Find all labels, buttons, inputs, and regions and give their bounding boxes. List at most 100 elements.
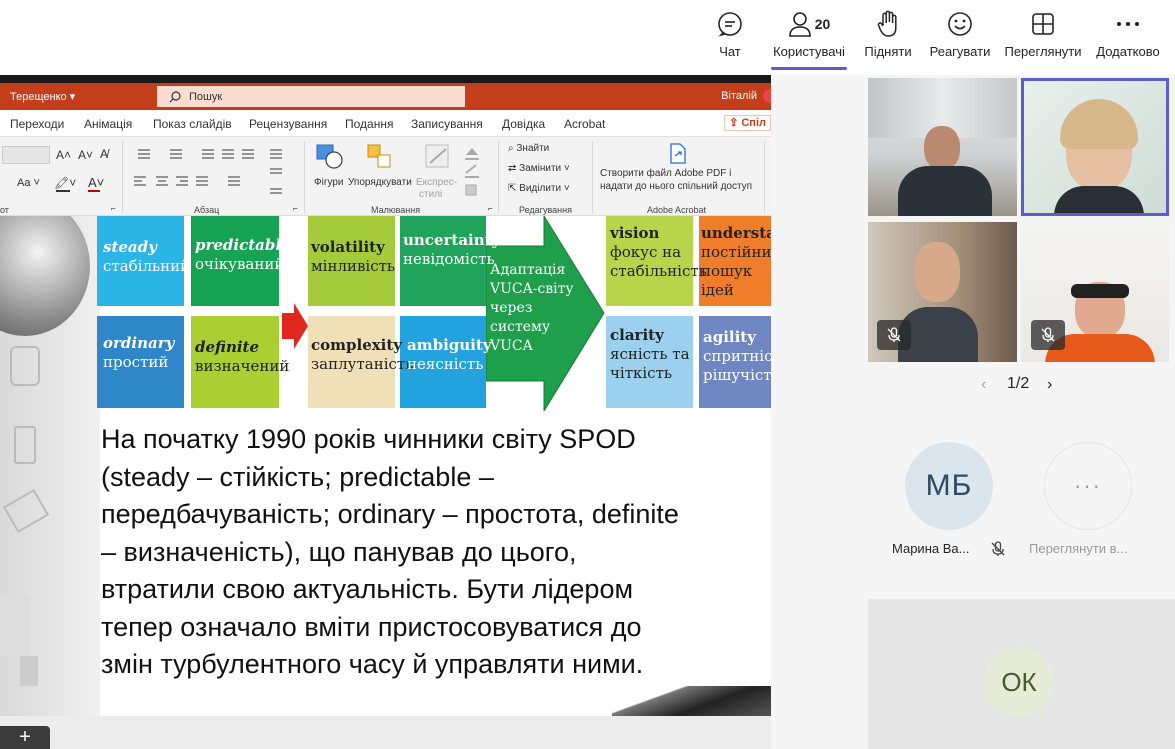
ppt-user-right[interactable]: Віталій [721,90,757,102]
ppt-search-box[interactable]: Пошук [157,86,465,107]
person-body [898,166,992,216]
headset [1071,284,1129,298]
grow-font-icon[interactable]: A˄ [56,148,71,162]
page-indicator: 1/2 [1007,375,1030,392]
video-tile[interactable] [868,78,1017,216]
shapes-button[interactable]: Фігури [312,143,346,203]
agility-ua: спритність рішучість [703,347,771,384]
acrobat-line1: Створити файл Adobe PDF і [600,168,732,179]
view-label: Переглянути [1004,44,1082,59]
vision-en: vision [610,224,660,242]
font-size-box[interactable] [2,146,50,164]
find-label: Знайти [516,143,550,154]
film-strip-decoration [612,686,771,716]
avatar-initials: МБ [925,469,973,502]
ppt-ribbon-tabs: Переходи Анімація Показ слайдів Рецензув… [0,110,771,137]
slide-bottom-bar [0,716,771,749]
chat-button[interactable]: Чат [710,8,750,70]
ribbon-separator [764,141,765,213]
uncertainty-en: uncertainty [403,231,501,249]
select-label: Виділити [519,183,562,194]
muted-badge [877,320,911,350]
person-body [1054,186,1144,213]
people-button[interactable]: 20 Користувачі [768,8,850,70]
shapes-icon [316,144,343,169]
ppt-user-left[interactable]: Терещенко ▾ [10,90,75,103]
shrink-font-icon[interactable]: A˅ [78,148,93,162]
ppt-share-button[interactable]: ⇪ Спіл [724,115,771,131]
drawing-launcher-icon[interactable]: ⌐ [488,204,493,213]
ordinary-ua: простий [103,353,169,371]
video-tile[interactable] [868,222,1017,362]
slide-canvas[interactable]: steady стабільний predictable очікуваний o… [0,216,771,716]
clarity-en: clarity [610,326,664,344]
record-indicator [763,89,771,103]
react-label: Реагувати [929,44,991,59]
find-button[interactable]: ⌕ Знайти [508,143,549,154]
react-button[interactable]: Реагувати [926,8,994,70]
more-button[interactable]: Додатково [1092,8,1164,70]
more-label: Додатково [1096,44,1160,59]
prev-page-button[interactable]: ‹ [981,376,986,394]
highlight-color-bar [56,190,70,192]
box-steady-text: steady стабільний [103,238,190,276]
box-vision-text: vision фокус на стабільність [610,224,707,281]
group-acrobat-label: Adobe Acrobat [647,205,707,215]
building-shape [0,596,30,656]
change-case-icon[interactable]: Aa ˅ [17,177,40,189]
plus-icon: + [19,726,31,748]
participants-panel: ‹ 1/2 › МБ Марина Ва... ··· Переглянути … [771,75,1175,749]
agility-en: agility [703,328,756,346]
box-complexity-text: complexity заплутаність [311,336,413,374]
participant-tile[interactable]: ОК [868,599,1175,749]
raise-hand-button[interactable]: Підняти [860,8,916,70]
tab-transitions[interactable]: Переходи [10,117,64,131]
ribbon-separator [592,141,593,213]
tab-slideshow[interactable]: Показ слайдів [153,117,232,131]
complexity-en: complexity [311,336,403,354]
view-button[interactable]: Переглянути [1000,8,1086,70]
font-color-icon[interactable]: A˅ [88,175,104,190]
font-launcher-icon[interactable]: ⌐ [111,204,116,213]
slide-body-text[interactable]: На початку 1990 років чинники світу SPOD… [101,421,771,684]
share-border [0,75,771,83]
ppt-search-placeholder: Пошук [189,90,223,103]
highlight-icon[interactable]: 🖍˅ [54,176,76,190]
uncertainty-ua: невідомість [403,250,495,268]
mic-off-icon [991,541,1005,556]
person-head [914,242,960,302]
mic-off-icon [887,327,901,342]
video-tile-active-speaker[interactable] [1021,78,1169,216]
view-all-button[interactable]: ··· [1044,442,1132,530]
phone-icon [14,426,36,464]
select-button[interactable]: ⇱ Виділити ˅ [508,183,570,194]
arrange-button[interactable]: Упорядкувати [348,143,414,203]
person-hair [1060,99,1138,149]
tab-review[interactable]: Рецензування [249,117,327,131]
tab-animation[interactable]: Анімація [84,117,132,131]
add-slide-button[interactable]: + [0,726,50,749]
tab-acrobat[interactable]: Acrobat [564,117,605,131]
satellite-icon [10,346,40,386]
arrow-text: Адаптація VUCA-світу через систему VUCA [490,262,574,354]
tab-help[interactable]: Довідка [502,117,545,131]
create-pdf-share-button[interactable]: Створити файл Adobe PDF і надати до ньог… [596,141,762,203]
box-predictable-text: predictable очікуваний [195,236,291,274]
video-tile[interactable] [1021,222,1169,362]
quick-styles-button[interactable]: Експрес- стилі [416,143,458,203]
complexity-ua: заплутаність [311,355,414,373]
paragraph-buttons[interactable] [130,145,295,195]
ppt-share-label: Спіл [741,117,766,129]
tab-view[interactable]: Подання [345,117,393,131]
clear-format-icon[interactable]: A̸ [100,147,108,161]
paragraph-launcher-icon[interactable]: ⌐ [293,204,298,213]
fill-outline-effects-icons[interactable] [462,145,486,199]
next-page-button[interactable]: › [1047,376,1052,394]
view-all-label: Переглянути в... [1029,541,1128,556]
avatar[interactable]: МБ [905,442,993,530]
group-drawing-label: Малювання [371,205,421,215]
replace-button[interactable]: ⇄ Замінити ˅ [508,163,570,174]
understand-ua: постійний пошук ідей [701,243,771,299]
participant-name: Марина Ва... [892,541,970,556]
tab-recording[interactable]: Записування [411,117,483,131]
